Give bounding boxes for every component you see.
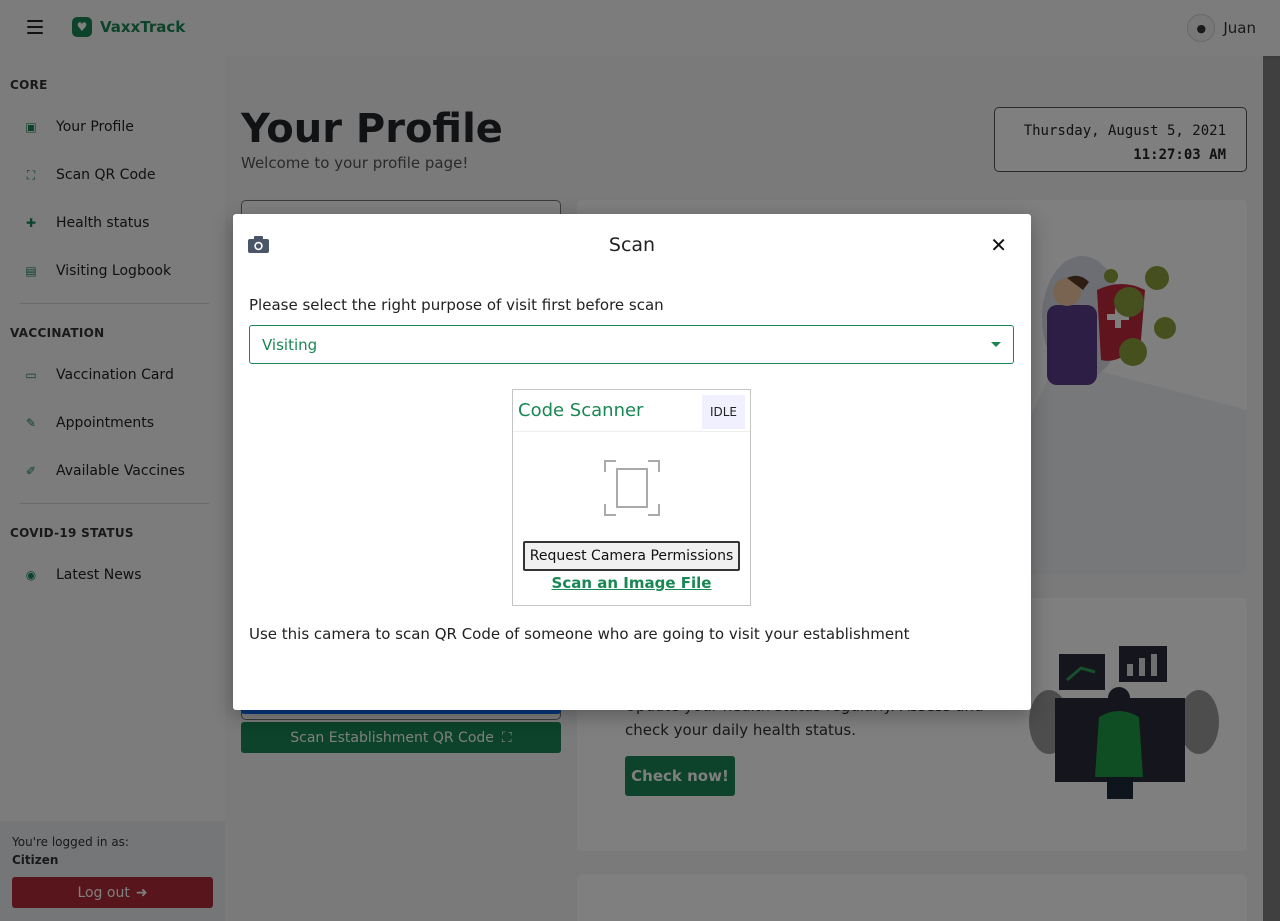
modal-header: Scan ✕ [233,214,1031,278]
scanner-status-badge: IDLE [701,395,745,429]
chevron-down-icon [991,342,1001,347]
close-icon[interactable]: ✕ [990,235,1007,255]
purpose-selected-value: Visiting [262,335,318,354]
purpose-select[interactable]: Visiting [249,325,1014,364]
scan-image-file-link[interactable]: Scan an Image File [513,574,750,592]
code-scanner: Code Scanner IDLE Request Camera Permiss… [512,389,751,606]
purpose-prompt: Please select the right purpose of visit… [249,296,664,314]
modal-title: Scan [608,234,656,256]
modal-help-text: Use this camera to scan QR Code of someo… [249,625,910,643]
scanner-header: Code Scanner IDLE [513,390,750,432]
scan-frame-icon [604,460,660,516]
scan-modal: Scan ✕ Please select the right purpose o… [233,214,1031,710]
request-camera-button[interactable]: Request Camera Permissions [523,541,740,571]
scanner-title: Code Scanner [518,400,644,421]
